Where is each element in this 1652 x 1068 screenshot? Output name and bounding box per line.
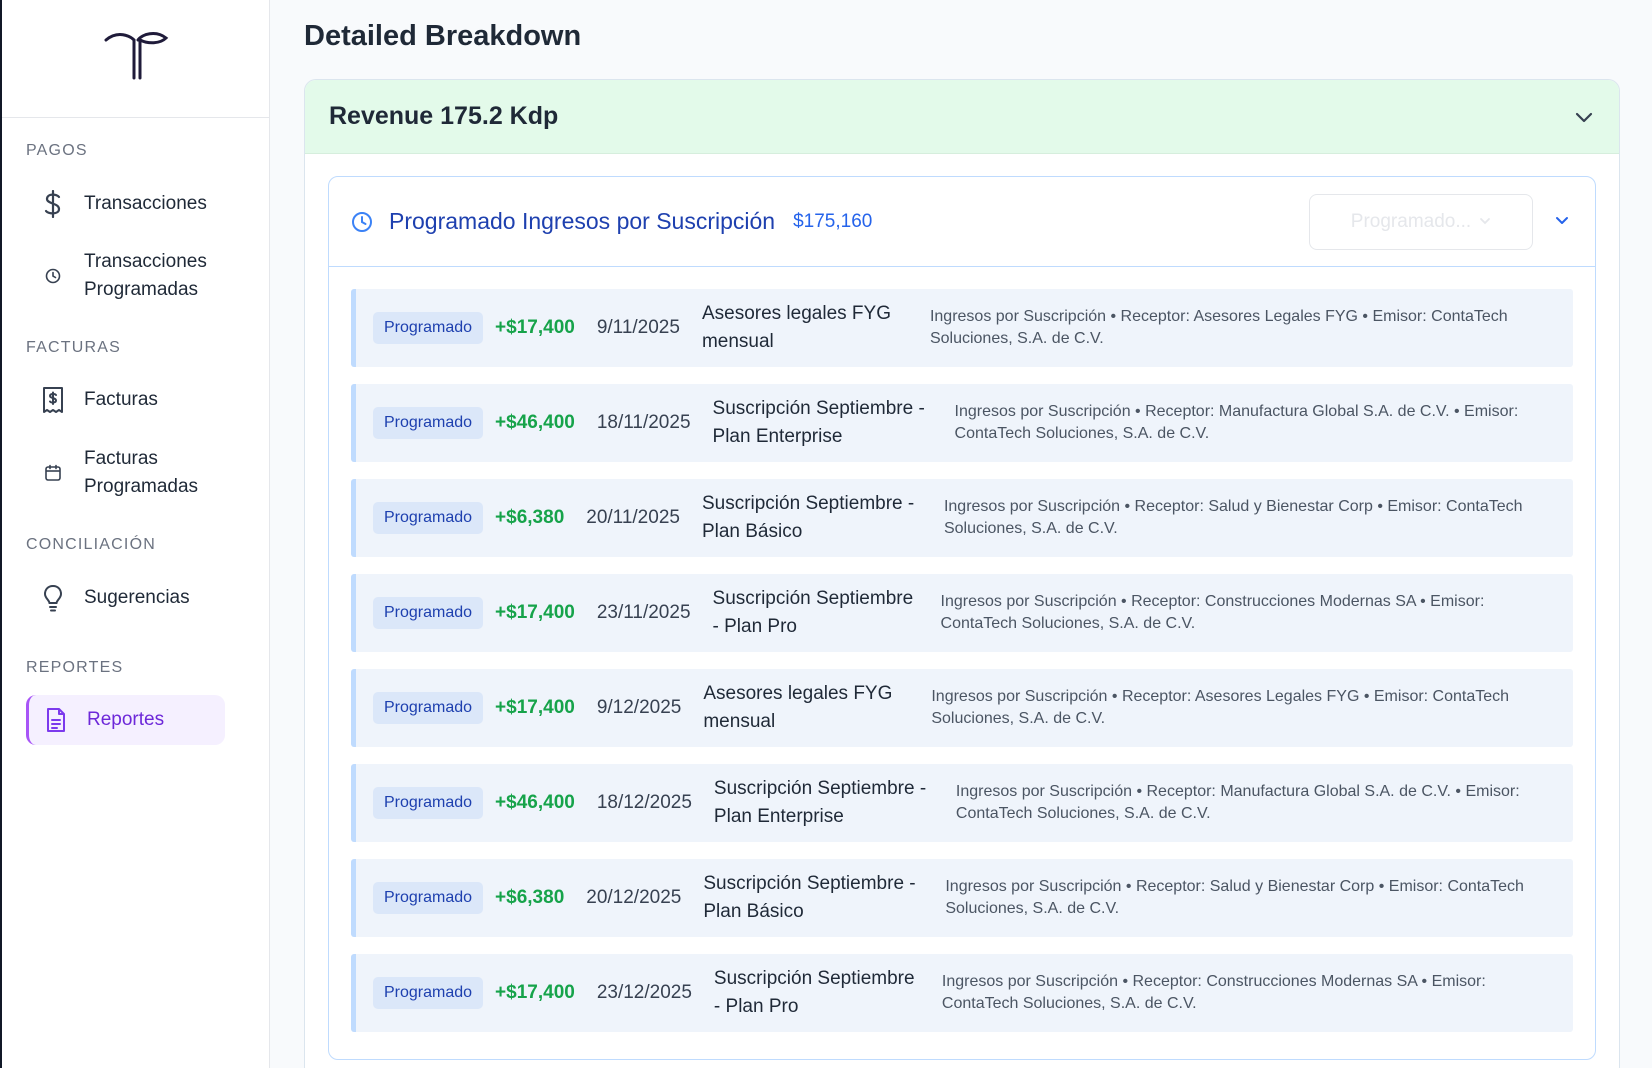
transaction-row[interactable]: Programado +$17,400 9/12/2025 Asesores l…	[351, 669, 1573, 747]
chevron-down-icon[interactable]	[1573, 106, 1595, 128]
date: 18/12/2025	[596, 792, 692, 813]
description: Ingresos por Suscripción • Receptor: Con…	[940, 593, 1485, 632]
chevron-down-icon[interactable]	[1553, 211, 1571, 229]
sidebar-item-reportes[interactable]: Reportes	[26, 695, 225, 745]
transaction-row[interactable]: Programado +$17,400 9/11/2025 Asesores l…	[351, 289, 1573, 367]
clock-icon	[351, 211, 373, 233]
group-title: Programado Ingresos por Suscripción	[389, 208, 776, 234]
group-header[interactable]: Programado Ingresos por Suscripción $175…	[329, 177, 1595, 267]
status-badge: Programado	[373, 692, 484, 724]
revenue-title: Revenue 175.2 Kdp	[329, 102, 559, 130]
concept: Suscripción Septiembre - Plan Básico	[701, 493, 915, 542]
amount: +$17,400	[495, 317, 575, 338]
amount: +$17,400	[495, 697, 575, 718]
concept: Suscripción Septiembre - Plan Enterprise	[712, 398, 925, 447]
description: Ingresos por Suscripción • Receptor: Ase…	[931, 688, 1510, 727]
group-total: $175,160	[793, 210, 873, 232]
sidebar: PAGOS Transacciones Transacciones Progra…	[0, 0, 270, 1068]
status-badge: Programado	[373, 597, 484, 629]
concept: Suscripción Septiembre - Plan Enterprise	[713, 778, 927, 827]
sidebar-item-label: Transacciones	[84, 193, 207, 214]
section-label-pagos: PAGOS	[26, 142, 88, 159]
section-label-conciliacion: CONCILIACIÓN	[26, 536, 156, 553]
status-filter-select[interactable]: Programado...	[1309, 194, 1533, 250]
clock-icon	[40, 268, 66, 284]
concept: Asesores legales FYG mensual	[701, 303, 891, 352]
description: Ingresos por Suscripción • Receptor: Man…	[954, 403, 1519, 442]
sidebar-item-label: Reportes	[87, 709, 165, 730]
amount: +$6,380	[495, 507, 565, 528]
status-badge: Programado	[373, 502, 484, 534]
main-content: Detailed Breakdown Revenue 175.2 Kdp Pro…	[271, 0, 1652, 1068]
scheduled-group-card: Programado Ingresos por Suscripción $175…	[328, 176, 1596, 1060]
concept: Suscripción Septiembre - Plan Básico	[703, 873, 916, 922]
status-filter-value: Programado...	[1350, 211, 1472, 232]
section-label-reportes: REPORTES	[26, 659, 124, 676]
amount: +$6,380	[495, 887, 565, 908]
brand-logo-icon	[104, 31, 168, 79]
description: Ingresos por Suscripción • Receptor: Con…	[941, 973, 1486, 1012]
status-badge: Programado	[373, 882, 484, 914]
status-badge: Programado	[373, 407, 484, 439]
sidebar-item-transacciones[interactable]: Transacciones	[26, 180, 247, 228]
transaction-row[interactable]: Programado +$46,400 18/11/2025 Suscripci…	[351, 384, 1573, 462]
date: 23/11/2025	[596, 602, 691, 623]
amount: +$17,400	[495, 602, 575, 623]
concept: Suscripción Septiembre - Plan Pro	[713, 968, 915, 1017]
date: 9/11/2025	[596, 317, 680, 338]
amount: +$17,400	[495, 982, 575, 1003]
date: 20/11/2025	[586, 507, 680, 528]
revenue-header[interactable]: Revenue 175.2 Kdp	[305, 80, 1619, 154]
date: 20/12/2025	[586, 887, 682, 908]
chevron-down-icon	[1479, 211, 1491, 233]
status-badge: Programado	[373, 977, 484, 1009]
date: 9/12/2025	[596, 697, 682, 718]
description: Ingresos por Suscripción • Receptor: Sal…	[945, 878, 1524, 917]
transaction-row[interactable]: Programado +$46,400 18/12/2025 Suscripci…	[351, 764, 1573, 842]
dollar-icon	[40, 190, 66, 218]
amount: +$46,400	[495, 792, 575, 813]
transaction-row[interactable]: Programado +$17,400 23/12/2025 Suscripci…	[351, 954, 1573, 1032]
description: Ingresos por Suscripción • Receptor: Man…	[955, 783, 1520, 822]
sidebar-item-label: Transacciones Programadas	[84, 251, 207, 300]
sidebar-item-facturas[interactable]: Facturas	[26, 376, 247, 424]
logo[interactable]	[2, 0, 269, 118]
transaction-row[interactable]: Programado +$6,380 20/12/2025 Suscripció…	[351, 859, 1573, 937]
description: Ingresos por Suscripción • Receptor: Sal…	[943, 498, 1523, 537]
concept: Asesores legales FYG mensual	[703, 683, 893, 732]
transaction-row[interactable]: Programado +$6,380 20/11/2025 Suscripció…	[351, 479, 1573, 557]
status-badge: Programado	[373, 787, 484, 819]
receipt-icon	[40, 386, 66, 414]
calendar-icon	[40, 464, 66, 482]
sidebar-item-label: Facturas Programadas	[84, 448, 199, 497]
document-icon	[43, 707, 69, 733]
concept: Suscripción Septiembre - Plan Pro	[712, 588, 914, 637]
sidebar-item-label: Facturas	[84, 389, 158, 410]
amount: +$46,400	[495, 412, 575, 433]
sidebar-item-facturas-programadas[interactable]: Facturas Programadas	[26, 435, 247, 511]
description: Ingresos por Suscripción • Receptor: Ase…	[929, 308, 1508, 347]
sidebar-item-transacciones-programadas[interactable]: Transacciones Programadas	[26, 238, 247, 314]
transaction-row[interactable]: Programado +$17,400 23/11/2025 Suscripci…	[351, 574, 1573, 652]
date: 18/11/2025	[596, 412, 691, 433]
status-badge: Programado	[373, 312, 484, 344]
section-label-facturas: FACTURAS	[26, 339, 121, 356]
page-title: Detailed Breakdown	[304, 20, 582, 52]
revenue-card: Revenue 175.2 Kdp Programado Ingresos po…	[304, 79, 1620, 1068]
transaction-list: Programado +$17,400 9/11/2025 Asesores l…	[329, 267, 1595, 1032]
lightbulb-icon	[40, 584, 66, 612]
sidebar-item-label: Sugerencias	[84, 587, 190, 608]
sidebar-item-sugerencias[interactable]: Sugerencias	[26, 574, 247, 622]
date: 23/12/2025	[596, 982, 692, 1003]
